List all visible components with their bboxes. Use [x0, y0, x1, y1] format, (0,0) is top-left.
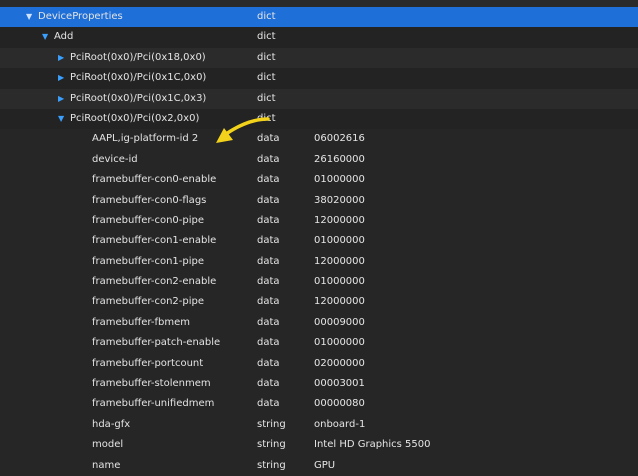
- row-value[interactable]: 01000000: [314, 333, 365, 353]
- tree-row-property[interactable]: framebuffer-fbmem data 00009000: [0, 312, 638, 334]
- row-key: framebuffer-unifiedmem: [92, 398, 215, 410]
- row-type: data: [257, 255, 280, 267]
- row-value[interactable]: 38020000: [314, 191, 365, 211]
- tree-row-property[interactable]: framebuffer-stolenmem data 00003001: [0, 374, 638, 395]
- row-value[interactable]: 00009000: [314, 313, 365, 333]
- tree-row-property[interactable]: framebuffer-con2-pipe data 12000000: [0, 292, 638, 313]
- row-key: framebuffer-con0-flags: [92, 194, 207, 206]
- row-type: dict: [257, 112, 276, 124]
- row-key: AAPL,ig-platform-id 2: [92, 133, 199, 145]
- row-value[interactable]: 12000000: [314, 211, 365, 231]
- row-key: DeviceProperties: [38, 11, 123, 22]
- tree-row-device-properties[interactable]: ▼ DeviceProperties dict: [0, 7, 638, 28]
- row-type: dict: [257, 51, 276, 63]
- row-key: PciRoot(0x0)/Pci(0x1C,0x0): [70, 72, 207, 84]
- tree-row-igpu-entry[interactable]: ▼ PciRoot(0x0)/Pci(0x2,0x0) dict: [0, 108, 638, 130]
- row-key: PciRoot(0x0)/Pci(0x1C,0x3): [70, 92, 207, 104]
- triangle-down-icon[interactable]: ▼: [58, 109, 70, 129]
- tree-row-property[interactable]: framebuffer-con2-enable data 01000000: [0, 272, 638, 293]
- row-key: framebuffer-fbmem: [92, 316, 190, 328]
- tree-row-property[interactable]: framebuffer-con0-flags data 38020000: [0, 190, 638, 211]
- row-type: data: [257, 153, 280, 165]
- row-type: data: [257, 337, 280, 349]
- row-type: data: [257, 357, 280, 369]
- triangle-right-icon[interactable]: ▶: [58, 48, 70, 68]
- row-type: data: [257, 194, 280, 206]
- tree-row-property[interactable]: hda-gfx string onboard-1: [0, 414, 638, 436]
- tree-row-add[interactable]: ▼ Add dict: [0, 27, 638, 48]
- tree-row-property[interactable]: name string GPU: [0, 455, 638, 476]
- tree-row-property[interactable]: framebuffer-patch-enable data 01000000: [0, 333, 638, 354]
- row-type: string: [257, 459, 286, 471]
- row-type: dict: [257, 11, 276, 22]
- row-key: framebuffer-patch-enable: [92, 337, 221, 349]
- row-type: string: [257, 418, 286, 430]
- row-key: framebuffer-stolenmem: [92, 378, 211, 390]
- row-type: data: [257, 316, 280, 328]
- row-key: hda-gfx: [92, 418, 131, 430]
- row-key: PciRoot(0x0)/Pci(0x18,0x0): [70, 51, 206, 63]
- triangle-down-icon[interactable]: ▼: [42, 27, 54, 47]
- triangle-right-icon[interactable]: ▶: [58, 68, 70, 88]
- tree-row-property[interactable]: framebuffer-con0-enable data 01000000: [0, 170, 638, 191]
- row-key: framebuffer-con2-enable: [92, 276, 217, 288]
- row-value[interactable]: 01000000: [314, 170, 365, 190]
- row-key: PciRoot(0x0)/Pci(0x2,0x0): [70, 112, 200, 124]
- row-type: dict: [257, 92, 276, 104]
- row-key: framebuffer-con1-enable: [92, 235, 217, 247]
- row-key: framebuffer-con0-enable: [92, 174, 217, 186]
- tree-row-pci-entry[interactable]: ▶ PciRoot(0x0)/Pci(0x1C,0x0) dict: [0, 68, 638, 89]
- row-key: framebuffer-con2-pipe: [92, 296, 205, 308]
- tree-row-property[interactable]: framebuffer-portcount data 02000000: [0, 353, 638, 375]
- tree-row-pci-entry[interactable]: ▶ PciRoot(0x0)/Pci(0x1C,0x3) dict: [0, 88, 638, 109]
- property-tree: ▼ DeviceProperties dict ▼ Add dict ▶ PciRoo…: [0, 7, 638, 476]
- row-value[interactable]: 26160000: [314, 150, 365, 170]
- tree-row-property[interactable]: framebuffer-con1-pipe data 12000000: [0, 251, 638, 273]
- tree-row-property[interactable]: framebuffer-unifiedmem data 00000080: [0, 394, 638, 415]
- row-value[interactable]: 06002616: [314, 129, 365, 149]
- tree-row-property[interactable]: framebuffer-con0-pipe data 12000000: [0, 210, 638, 232]
- row-key: framebuffer-con1-pipe: [92, 255, 205, 267]
- tree-row-pci-entry[interactable]: ▶ PciRoot(0x0)/Pci(0x18,0x0) dict: [0, 47, 638, 69]
- row-type: data: [257, 133, 280, 145]
- row-type: string: [257, 439, 286, 451]
- tree-row-property[interactable]: model string Intel HD Graphics 5500: [0, 435, 638, 456]
- row-value[interactable]: 00000080: [314, 394, 365, 414]
- row-type: dict: [257, 72, 276, 84]
- triangle-down-icon[interactable]: ▼: [26, 7, 38, 27]
- row-type: data: [257, 398, 280, 410]
- row-key: model: [92, 439, 124, 451]
- tree-row-property[interactable]: framebuffer-con1-enable data 01000000: [0, 231, 638, 252]
- row-value[interactable]: 01000000: [314, 272, 365, 292]
- row-key: framebuffer-portcount: [92, 357, 204, 369]
- row-value[interactable]: onboard-1: [314, 415, 365, 435]
- row-value[interactable]: 12000000: [314, 292, 365, 312]
- row-key: name: [92, 459, 121, 471]
- tree-row-property[interactable]: device-id data 26160000: [0, 149, 638, 171]
- row-type: data: [257, 214, 280, 226]
- row-value[interactable]: 12000000: [314, 252, 365, 272]
- row-type: data: [257, 296, 280, 308]
- top-strip: [0, 0, 638, 7]
- row-key: device-id: [92, 153, 138, 165]
- row-value[interactable]: 00003001: [314, 374, 365, 394]
- triangle-right-icon[interactable]: ▶: [58, 89, 70, 109]
- row-value[interactable]: 01000000: [314, 231, 365, 251]
- row-type: data: [257, 235, 280, 247]
- row-type: data: [257, 378, 280, 390]
- row-type: dict: [257, 31, 276, 43]
- row-key: framebuffer-con0-pipe: [92, 214, 205, 226]
- row-type: data: [257, 276, 280, 288]
- row-type: data: [257, 174, 280, 186]
- row-value[interactable]: GPU: [314, 456, 335, 476]
- row-value[interactable]: 02000000: [314, 354, 365, 374]
- row-key: Add: [54, 31, 74, 43]
- tree-row-property[interactable]: AAPL,ig-platform-id 2 data 06002616: [0, 129, 638, 150]
- row-value[interactable]: Intel HD Graphics 5500: [314, 435, 431, 455]
